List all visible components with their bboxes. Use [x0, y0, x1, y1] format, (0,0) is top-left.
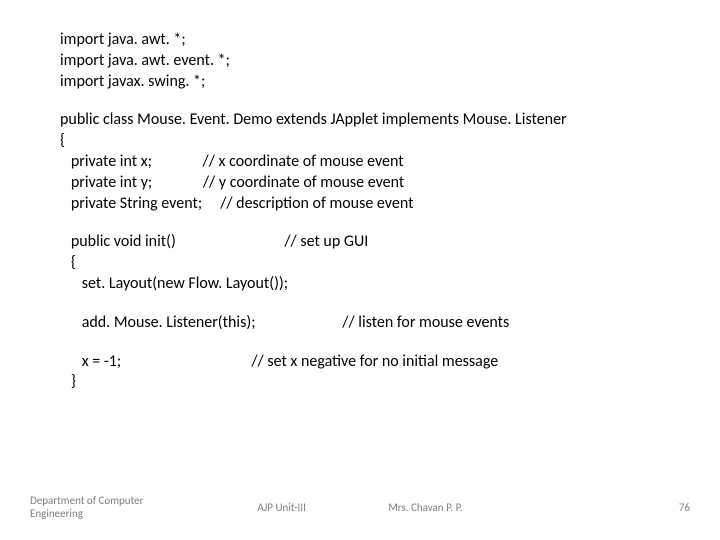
code-line: public void init() // set up GUI [60, 232, 660, 253]
code-line: x = -1; // set x negative for no initial… [60, 352, 660, 373]
code-line: { [60, 253, 660, 274]
code-line: import javax. swing. *; [60, 72, 660, 93]
code-line: private int x; // x coordinate of mouse … [60, 152, 660, 173]
footer-unit: AJP Unit-III [257, 501, 306, 514]
slide-content: import java. awt. *; import java. awt. e… [0, 0, 720, 393]
code-line: private int y; // y coordinate of mouse … [60, 173, 660, 194]
footer-author: Mrs. Chavan P. P. [388, 501, 462, 514]
code-line: import java. awt. event. *; [60, 51, 660, 72]
code-line: private String event; // description of … [60, 194, 660, 215]
code-line: import java. awt. *; [60, 30, 660, 51]
footer-dept-line1: Department of Computer [30, 494, 143, 507]
code-line: { [60, 131, 660, 152]
footer-department: Department of Computer Engineering [30, 494, 143, 520]
code-line: add. Mouse. Listener(this); // listen fo… [60, 313, 660, 334]
code-line: } [60, 372, 660, 393]
code-line: public class Mouse. Event. Demo extends … [60, 110, 660, 131]
code-line: set. Layout(new Flow. Layout()); [60, 274, 660, 295]
footer-page: 76 [679, 501, 690, 514]
footer-dept-line2: Engineering [30, 507, 143, 520]
